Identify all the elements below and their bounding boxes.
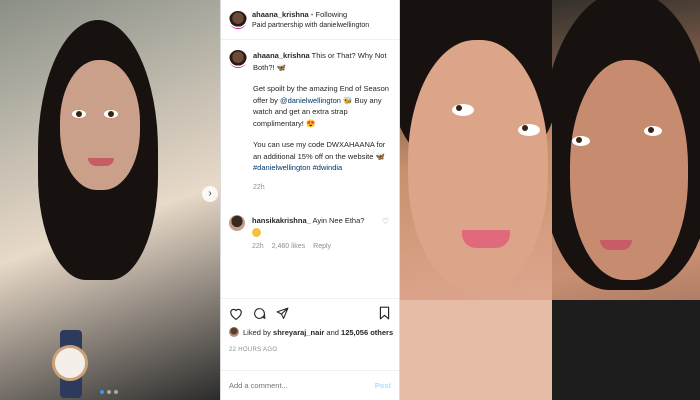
mention-link[interactable]: @danielwellington [280,96,341,105]
post-panel: ahaana_krishna • Following Paid partners… [220,0,400,400]
photo-top-clothing [552,300,700,400]
photo-neck [400,300,552,400]
butterfly-emoji-icon: 🦋 [375,151,385,161]
comment-icon[interactable] [252,306,266,320]
caption-time: 22h [253,183,265,191]
caption-avatar[interactable] [229,50,247,68]
photo-eye [518,124,540,136]
following-button[interactable]: Following [316,10,348,19]
comment-likes[interactable]: 2,460 likes [272,243,305,250]
reply-button[interactable]: Reply [313,243,331,250]
post-photo[interactable]: › [0,0,220,400]
watch [52,345,88,381]
header-username[interactable]: ahaana_krishna [252,10,309,19]
photo-eye [72,110,86,118]
photo-eye [572,136,590,146]
comment-meta: 22h 2,460 likes Reply [221,237,399,250]
carousel-dot-active [100,390,104,394]
photo-lips [462,230,510,248]
profile-avatar[interactable] [229,10,247,29]
header-separator: • [310,9,314,19]
carousel-dot [114,390,118,394]
heart-eyes-emoji-icon: 😍 [305,118,316,128]
action-bar [229,304,391,322]
photo-eye [644,126,662,136]
photo-eye [104,110,118,118]
post-timestamp: 22 HOURS AGO [229,347,278,353]
carousel-dots [100,390,118,394]
photo-face [408,40,548,290]
carousel-dot [107,390,111,394]
caption: ahaana_krishna This or That? Why Not Bot… [221,40,399,203]
actions-divider [221,298,399,299]
likes-and: and [326,327,339,337]
caption-code-text: You can use my code DWXAHAANA for an add… [253,140,386,161]
photo-lips [600,240,632,250]
likes-summary: Liked by shreyaraj_nair and 125,056 othe… [229,327,393,337]
comment-like-heart-icon[interactable]: ♡ [382,217,389,226]
comment: hansikakrishna_ Ayin Nee Etha? ♡ [221,203,399,237]
liked-by-prefix: Liked by [243,327,271,337]
photo-eye [452,104,474,116]
grin-emoji-icon [252,227,261,237]
photo-face [60,60,140,190]
hashtag-links[interactable]: #danielwellington #dwindia [253,163,342,172]
add-comment-input[interactable] [229,381,375,390]
comment-time: 22h [252,243,264,250]
bee-emoji-icon: 🐝 [343,95,353,105]
collage-photo-closeup [552,0,700,400]
butterfly-emoji-icon: 🦋 [276,62,287,72]
collage-photo-smiling [400,0,552,400]
comment-text: Ayin Nee Etha? [312,216,365,225]
post-comment-button[interactable]: Post [375,381,391,390]
likes-count[interactable]: 125,056 others [341,328,393,337]
comment-username[interactable]: hansikakrishna_ [252,216,311,225]
caption-username[interactable]: ahaana_krishna [253,51,310,60]
liker-avatar [229,327,239,337]
share-icon[interactable] [275,306,289,320]
commenter-avatar[interactable] [229,215,245,231]
save-bookmark-icon[interactable] [377,306,391,320]
photo-lips [88,158,114,166]
paid-partnership-label[interactable]: Paid partnership with danielwellington [252,20,369,31]
next-arrow-icon[interactable]: › [202,186,218,202]
liker-username[interactable]: shreyaraj_nair [273,328,324,337]
like-heart-icon[interactable] [229,306,243,320]
add-comment-bar: Post [221,370,399,400]
post-header: ahaana_krishna • Following Paid partners… [221,0,399,40]
